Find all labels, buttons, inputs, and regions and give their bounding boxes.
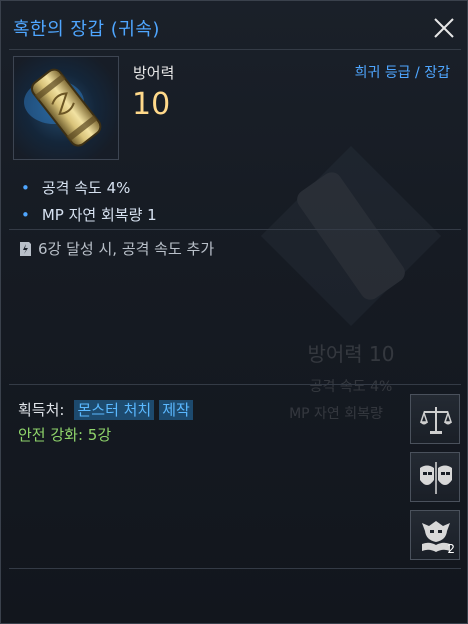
divider bbox=[9, 568, 461, 569]
bonus-stat-text: 공격 속도 4% bbox=[41, 179, 131, 197]
acquisition-row: 획득처: 몬스터 처치 제작 bbox=[18, 399, 193, 420]
item-name: 혹한의 장갑 (귀속) bbox=[13, 19, 160, 40]
collection-button[interactable]: 2 bbox=[410, 510, 460, 560]
source-monster-link[interactable]: 몬스터 처치 bbox=[74, 399, 155, 420]
collection-count: 2 bbox=[447, 542, 455, 556]
enhance-icon bbox=[20, 242, 31, 256]
bullet-icon: • bbox=[21, 206, 30, 224]
enhance-bonus: 6강 달성 시, 공격 속도 추가 bbox=[18, 238, 214, 259]
item-grade: 희귀 등급 / 장갑 bbox=[354, 65, 450, 81]
safe-enhance: 안전 강화: 5강 bbox=[18, 426, 112, 444]
bonus-stat-text: MP 자연 회복량 1 bbox=[41, 206, 157, 224]
bullet-icon: • bbox=[21, 179, 30, 197]
stat-label: 방어력 bbox=[133, 64, 175, 82]
bonus-stat: • MP 자연 회복량 1 bbox=[21, 204, 157, 225]
close-icon[interactable] bbox=[429, 13, 459, 43]
item-watermark-icon bbox=[261, 146, 441, 326]
scale-icon bbox=[419, 407, 453, 434]
acquisition-label: 획득처: bbox=[18, 401, 65, 419]
source-craft-link[interactable]: 제작 bbox=[159, 399, 193, 420]
bonus-stat: • 공격 속도 4% bbox=[21, 177, 130, 198]
divider bbox=[9, 49, 461, 50]
compare-bonus: 공격 속도 4% bbox=[309, 379, 393, 395]
compare-button[interactable] bbox=[410, 394, 460, 444]
compare-stat: 방어력 10 bbox=[307, 342, 395, 366]
compare-masks-icon bbox=[420, 462, 452, 494]
enhance-bonus-text: 6강 달성 시, 공격 속도 추가 bbox=[38, 240, 215, 258]
set-compare-button[interactable] bbox=[410, 452, 460, 502]
divider bbox=[9, 229, 461, 230]
compare-bonus: MP 자연 회복량 bbox=[289, 406, 383, 422]
stat-value: 10 bbox=[132, 87, 171, 122]
divider bbox=[9, 384, 461, 385]
item-tooltip-panel: 혹한의 장갑 (귀속) 방어력 10 희귀 등급 / 장갑 • 공격 속도 4%… bbox=[0, 0, 468, 624]
glove-scroll-icon bbox=[24, 68, 102, 147]
item-icon-frame bbox=[13, 56, 119, 160]
